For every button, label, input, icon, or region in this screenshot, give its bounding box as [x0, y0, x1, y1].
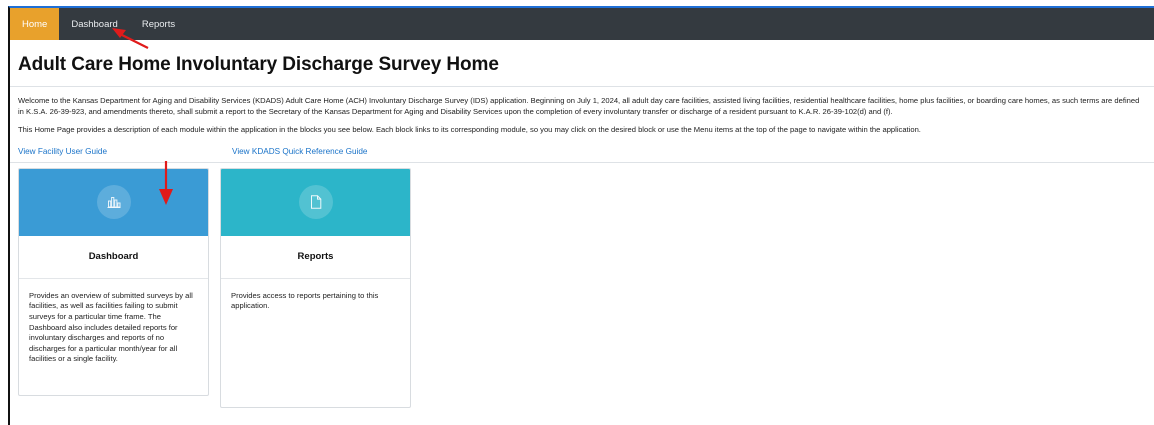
guide-links: View Facility User Guide View KDADS Quic…: [18, 147, 1146, 156]
bar-chart-icon: [96, 185, 131, 220]
nav-reports[interactable]: Reports: [130, 8, 187, 40]
reports-card[interactable]: Reports Provides access to reports perta…: [220, 167, 411, 408]
instructions-paragraph: This Home Page provides a description of…: [18, 125, 921, 135]
quick-reference-guide-link[interactable]: View KDADS Quick Reference Guide: [232, 147, 367, 156]
top-navbar: Home Dashboard Reports: [10, 8, 1154, 40]
intro-paragraph: Welcome to the Kansas Department for Agi…: [18, 96, 1140, 116]
page-title: Adult Care Home Involuntary Discharge Su…: [18, 54, 499, 75]
reports-card-header: [221, 168, 410, 236]
links-divider: [10, 161, 1154, 163]
reports-card-description: Provides access to reports pertaining to…: [231, 290, 379, 311]
main-content: Adult Care Home Involuntary Discharge Su…: [10, 54, 1154, 408]
document-icon: [298, 185, 333, 220]
nav-home[interactable]: Home: [10, 8, 60, 40]
dashboard-card-description: Provides an overview of submitted survey…: [29, 290, 193, 364]
reports-card-title: Reports: [221, 236, 410, 279]
nav-dashboard[interactable]: Dashboard: [59, 8, 129, 40]
facility-user-guide-link[interactable]: View Facility User Guide: [18, 147, 232, 156]
title-divider: [10, 86, 1154, 87]
dashboard-card-header: [19, 168, 208, 236]
dashboard-card-title: Dashboard: [19, 236, 208, 279]
module-cards: Dashboard Provides an overview of submit…: [18, 167, 1146, 408]
app-window: Home Dashboard Reports Adult Care Home I…: [8, 6, 1154, 425]
dashboard-card[interactable]: Dashboard Provides an overview of submit…: [18, 167, 209, 396]
